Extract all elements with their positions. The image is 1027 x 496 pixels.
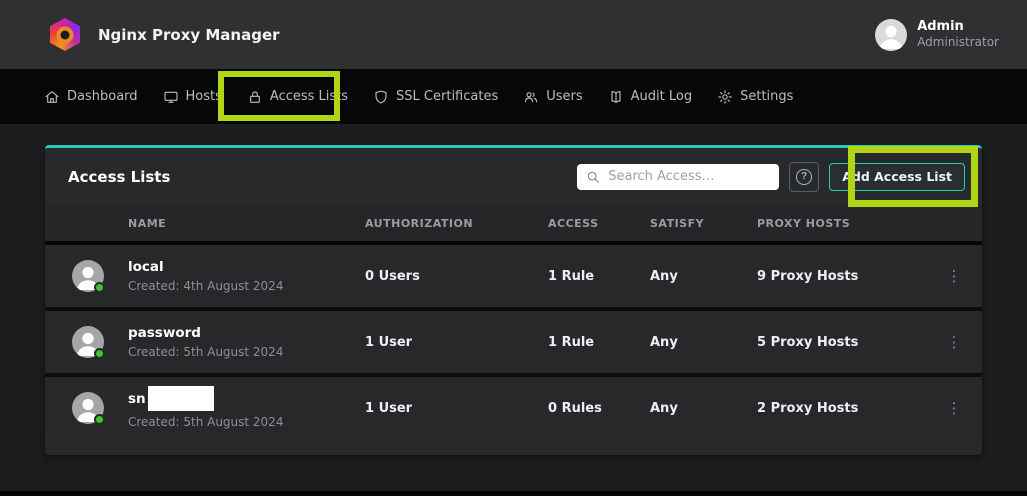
name-cell: password Created: 5th August 2024 bbox=[45, 325, 365, 360]
name-cell: sn Created: 5th August 2024 bbox=[45, 386, 365, 429]
main-nav: Dashboard Hosts Access Lists SSL Certifi… bbox=[0, 69, 1027, 124]
nav-label: Access Lists bbox=[270, 89, 348, 104]
satisfy-cell: Any bbox=[650, 401, 757, 416]
satisfy-cell: Any bbox=[650, 269, 757, 284]
person-icon bbox=[875, 19, 907, 51]
online-status-dot bbox=[94, 282, 105, 293]
name-cell: local Created: 4th August 2024 bbox=[45, 259, 365, 294]
nav-item-access-lists[interactable]: Access Lists bbox=[247, 89, 348, 105]
help-button[interactable]: ? bbox=[789, 162, 819, 192]
nav-item-settings[interactable]: Settings bbox=[717, 89, 793, 105]
user-text: Admin Administrator bbox=[917, 19, 999, 50]
book-icon bbox=[608, 89, 624, 105]
search-box bbox=[577, 164, 779, 190]
table-row[interactable]: sn Created: 5th August 2024 1 User 0 Rul… bbox=[45, 377, 982, 439]
user-role: Administrator bbox=[917, 35, 999, 50]
column-header-proxy-hosts: PROXY HOSTS bbox=[757, 217, 926, 230]
user-name: Admin bbox=[917, 19, 999, 35]
nav-label: Audit Log bbox=[631, 89, 692, 104]
access-list-name: local bbox=[128, 259, 283, 275]
proxy-hosts-cell: 5 Proxy Hosts bbox=[757, 335, 926, 350]
app-window: Nginx Proxy Manager Admin Administrator … bbox=[0, 0, 1027, 496]
redaction-box bbox=[148, 386, 214, 411]
page-title: Access Lists bbox=[68, 168, 170, 186]
search-access-input[interactable] bbox=[608, 169, 770, 184]
access-list-name: password bbox=[128, 325, 283, 341]
user-avatar bbox=[875, 19, 907, 51]
created-date: Created: 5th August 2024 bbox=[128, 415, 283, 429]
nav-item-hosts[interactable]: Hosts bbox=[163, 89, 222, 105]
row-avatar bbox=[72, 326, 104, 358]
row-actions-kebab-icon[interactable]: ⋮ bbox=[926, 333, 982, 351]
users-icon bbox=[523, 89, 539, 105]
nav-item-users[interactable]: Users bbox=[523, 89, 582, 105]
access-cell: 1 Rule bbox=[548, 269, 650, 284]
panel-controls: ? Add Access List bbox=[577, 162, 965, 192]
table-row[interactable]: password Created: 5th August 2024 1 User… bbox=[45, 311, 982, 373]
panel-toolbar: Access Lists ? Add Access List bbox=[45, 148, 982, 205]
created-date: Created: 5th August 2024 bbox=[128, 345, 283, 359]
search-icon bbox=[586, 170, 600, 184]
authorization-cell: 1 User bbox=[365, 401, 548, 416]
window-bottom-edge bbox=[0, 491, 1027, 496]
row-actions-kebab-icon[interactable]: ⋮ bbox=[926, 399, 982, 417]
row-avatar bbox=[72, 392, 104, 424]
row-actions-kebab-icon[interactable]: ⋮ bbox=[926, 267, 982, 285]
proxy-hosts-cell: 2 Proxy Hosts bbox=[757, 401, 926, 416]
nav-label: Users bbox=[546, 89, 582, 104]
monitor-icon bbox=[163, 89, 179, 105]
column-header-access: ACCESS bbox=[548, 217, 650, 230]
column-header-authorization: AUTHORIZATION bbox=[365, 217, 548, 230]
proxy-hosts-cell: 9 Proxy Hosts bbox=[757, 269, 926, 284]
nav-label: Hosts bbox=[186, 89, 222, 104]
access-cell: 1 Rule bbox=[548, 335, 650, 350]
row-avatar bbox=[72, 260, 104, 292]
authorization-cell: 0 Users bbox=[365, 269, 548, 284]
shield-icon bbox=[373, 89, 389, 105]
online-status-dot bbox=[94, 348, 105, 359]
table-header-row: NAME AUTHORIZATION ACCESS SATISFY PROXY … bbox=[45, 205, 982, 241]
app-title: Nginx Proxy Manager bbox=[98, 26, 280, 44]
access-lists-panel: Access Lists ? Add Access List NAME AUTH… bbox=[45, 145, 982, 455]
add-access-list-button[interactable]: Add Access List bbox=[829, 163, 965, 191]
table-row[interactable]: local Created: 4th August 2024 0 Users 1… bbox=[45, 245, 982, 307]
nav-item-ssl-certificates[interactable]: SSL Certificates bbox=[373, 89, 498, 105]
access-cell: 0 Rules bbox=[548, 401, 650, 416]
user-menu[interactable]: Admin Administrator bbox=[875, 19, 999, 51]
online-status-dot bbox=[94, 414, 105, 425]
brand: Nginx Proxy Manager bbox=[50, 18, 280, 51]
nav-label: Settings bbox=[740, 89, 793, 104]
nginx-proxy-manager-logo-icon bbox=[50, 18, 80, 51]
authorization-cell: 1 User bbox=[365, 335, 548, 350]
access-list-name: sn bbox=[128, 386, 283, 411]
nav-label: Dashboard bbox=[67, 89, 138, 104]
nav-label: SSL Certificates bbox=[396, 89, 498, 104]
created-date: Created: 4th August 2024 bbox=[128, 279, 283, 293]
column-header-name: NAME bbox=[45, 217, 365, 230]
home-icon bbox=[44, 89, 60, 105]
column-header-satisfy: SATISFY bbox=[650, 217, 757, 230]
nav-item-audit-log[interactable]: Audit Log bbox=[608, 89, 692, 105]
question-mark-icon: ? bbox=[796, 169, 812, 185]
satisfy-cell: Any bbox=[650, 335, 757, 350]
gear-icon bbox=[717, 89, 733, 105]
nav-item-dashboard[interactable]: Dashboard bbox=[44, 89, 138, 105]
lock-icon bbox=[247, 89, 263, 105]
app-header: Nginx Proxy Manager Admin Administrator bbox=[0, 0, 1027, 69]
